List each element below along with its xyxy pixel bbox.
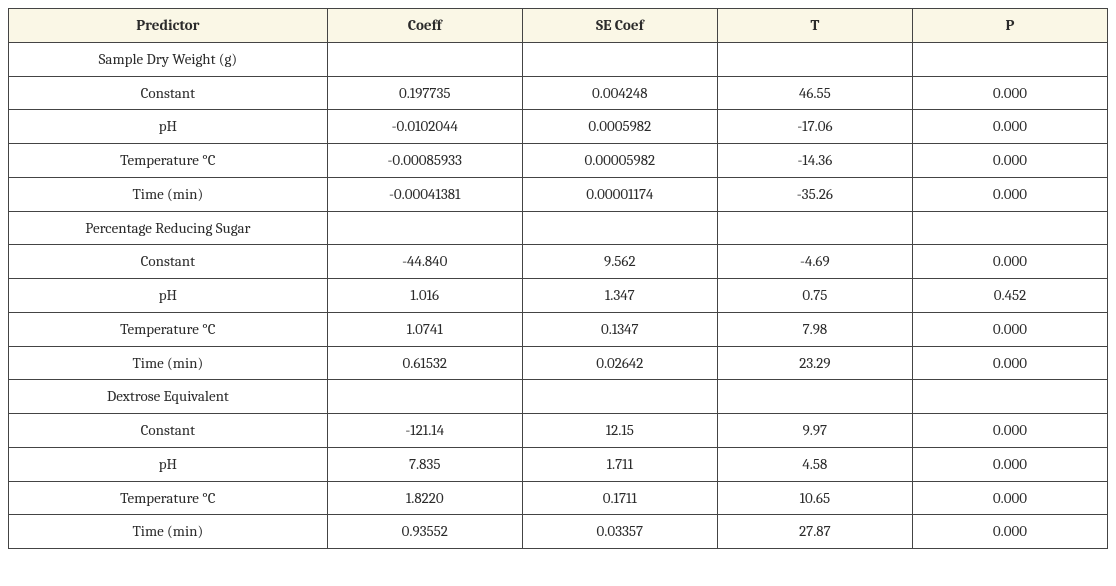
p-cell: 0.000 — [912, 76, 1107, 110]
t-cell: 10.65 — [717, 481, 912, 515]
section-title: Sample Dry Weight (g) — [9, 42, 328, 76]
secoef-cell: 0.00005982 — [522, 144, 717, 178]
header-coeff: Coeff — [327, 9, 522, 43]
t-cell: -4.69 — [717, 245, 912, 279]
secoef-cell: 1.711 — [522, 447, 717, 481]
secoef-cell: 9.562 — [522, 245, 717, 279]
p-cell: 0.000 — [912, 312, 1107, 346]
p-cell: 0.452 — [912, 279, 1107, 313]
secoef-cell: 0.0005982 — [522, 110, 717, 144]
predictor-cell: Constant — [9, 414, 328, 448]
t-cell: -35.26 — [717, 177, 912, 211]
regression-table: Predictor Coeff SE Coef T P Sample Dry W… — [8, 8, 1108, 549]
table-row: Constant0.1977350.00424846.550.000 — [9, 76, 1108, 110]
predictor-cell: pH — [9, 110, 328, 144]
table-row: Constant-44.8409.562-4.690.000 — [9, 245, 1108, 279]
p-cell: 0.000 — [912, 414, 1107, 448]
header-row: Predictor Coeff SE Coef T P — [9, 9, 1108, 43]
predictor-cell: Temperature °C — [9, 481, 328, 515]
secoef-cell: 1.347 — [522, 279, 717, 313]
coeff-cell: -0.00085933 — [327, 144, 522, 178]
table-row: Time (min)0.615320.0264223.290.000 — [9, 346, 1108, 380]
p-cell: 0.000 — [912, 515, 1107, 549]
section-header-row: Sample Dry Weight (g) — [9, 42, 1108, 76]
p-cell: 0.000 — [912, 346, 1107, 380]
header-se-coef: SE Coef — [522, 9, 717, 43]
table-row: Time (min)-0.000413810.00001174-35.260.0… — [9, 177, 1108, 211]
header-predictor: Predictor — [9, 9, 328, 43]
t-cell: 0.75 — [717, 279, 912, 313]
table-row: Time (min)0.935520.0335727.870.000 — [9, 515, 1108, 549]
blank-cell — [912, 42, 1107, 76]
coeff-cell: -121.14 — [327, 414, 522, 448]
blank-cell — [717, 42, 912, 76]
table-row: pH7.8351.7114.580.000 — [9, 447, 1108, 481]
section-title: Dextrose Equivalent — [9, 380, 328, 414]
blank-cell — [327, 211, 522, 245]
blank-cell — [327, 42, 522, 76]
section-header-row: Percentage Reducing Sugar — [9, 211, 1108, 245]
coeff-cell: 1.016 — [327, 279, 522, 313]
p-cell: 0.000 — [912, 245, 1107, 279]
predictor-cell: Temperature °C — [9, 312, 328, 346]
t-cell: -14.36 — [717, 144, 912, 178]
blank-cell — [912, 380, 1107, 414]
t-cell: 9.97 — [717, 414, 912, 448]
coeff-cell: -44.840 — [327, 245, 522, 279]
blank-cell — [717, 380, 912, 414]
header-p: P — [912, 9, 1107, 43]
coeff-cell: 7.835 — [327, 447, 522, 481]
section-title: Percentage Reducing Sugar — [9, 211, 328, 245]
coeff-cell: 0.197735 — [327, 76, 522, 110]
secoef-cell: 0.1711 — [522, 481, 717, 515]
p-cell: 0.000 — [912, 144, 1107, 178]
p-cell: 0.000 — [912, 447, 1107, 481]
secoef-cell: 0.03357 — [522, 515, 717, 549]
table-row: Constant-121.1412.159.970.000 — [9, 414, 1108, 448]
blank-cell — [717, 211, 912, 245]
secoef-cell: 0.02642 — [522, 346, 717, 380]
p-cell: 0.000 — [912, 110, 1107, 144]
table-row: Temperature °C1.07410.13477.980.000 — [9, 312, 1108, 346]
t-cell: 46.55 — [717, 76, 912, 110]
predictor-cell: Time (min) — [9, 515, 328, 549]
table-row: pH-0.01020440.0005982-17.060.000 — [9, 110, 1108, 144]
table-row: pH1.0161.3470.750.452 — [9, 279, 1108, 313]
predictor-cell: Time (min) — [9, 346, 328, 380]
t-cell: 27.87 — [717, 515, 912, 549]
table-body: Sample Dry Weight (g)Constant0.1977350.0… — [9, 42, 1108, 548]
coeff-cell: 0.61532 — [327, 346, 522, 380]
predictor-cell: Time (min) — [9, 177, 328, 211]
secoef-cell: 0.1347 — [522, 312, 717, 346]
table-row: Temperature °C1.82200.171110.650.000 — [9, 481, 1108, 515]
coeff-cell: 1.0741 — [327, 312, 522, 346]
secoef-cell: 0.004248 — [522, 76, 717, 110]
secoef-cell: 0.00001174 — [522, 177, 717, 211]
coeff-cell: -0.00041381 — [327, 177, 522, 211]
blank-cell — [327, 380, 522, 414]
t-cell: 23.29 — [717, 346, 912, 380]
section-header-row: Dextrose Equivalent — [9, 380, 1108, 414]
secoef-cell: 12.15 — [522, 414, 717, 448]
table-row: Temperature °C-0.000859330.00005982-14.3… — [9, 144, 1108, 178]
t-cell: -17.06 — [717, 110, 912, 144]
predictor-cell: Constant — [9, 76, 328, 110]
header-t: T — [717, 9, 912, 43]
coeff-cell: 0.93552 — [327, 515, 522, 549]
t-cell: 4.58 — [717, 447, 912, 481]
coeff-cell: 1.8220 — [327, 481, 522, 515]
p-cell: 0.000 — [912, 481, 1107, 515]
p-cell: 0.000 — [912, 177, 1107, 211]
t-cell: 7.98 — [717, 312, 912, 346]
predictor-cell: pH — [9, 279, 328, 313]
predictor-cell: Temperature °C — [9, 144, 328, 178]
blank-cell — [522, 42, 717, 76]
predictor-cell: pH — [9, 447, 328, 481]
predictor-cell: Constant — [9, 245, 328, 279]
blank-cell — [522, 380, 717, 414]
blank-cell — [912, 211, 1107, 245]
coeff-cell: -0.0102044 — [327, 110, 522, 144]
blank-cell — [522, 211, 717, 245]
